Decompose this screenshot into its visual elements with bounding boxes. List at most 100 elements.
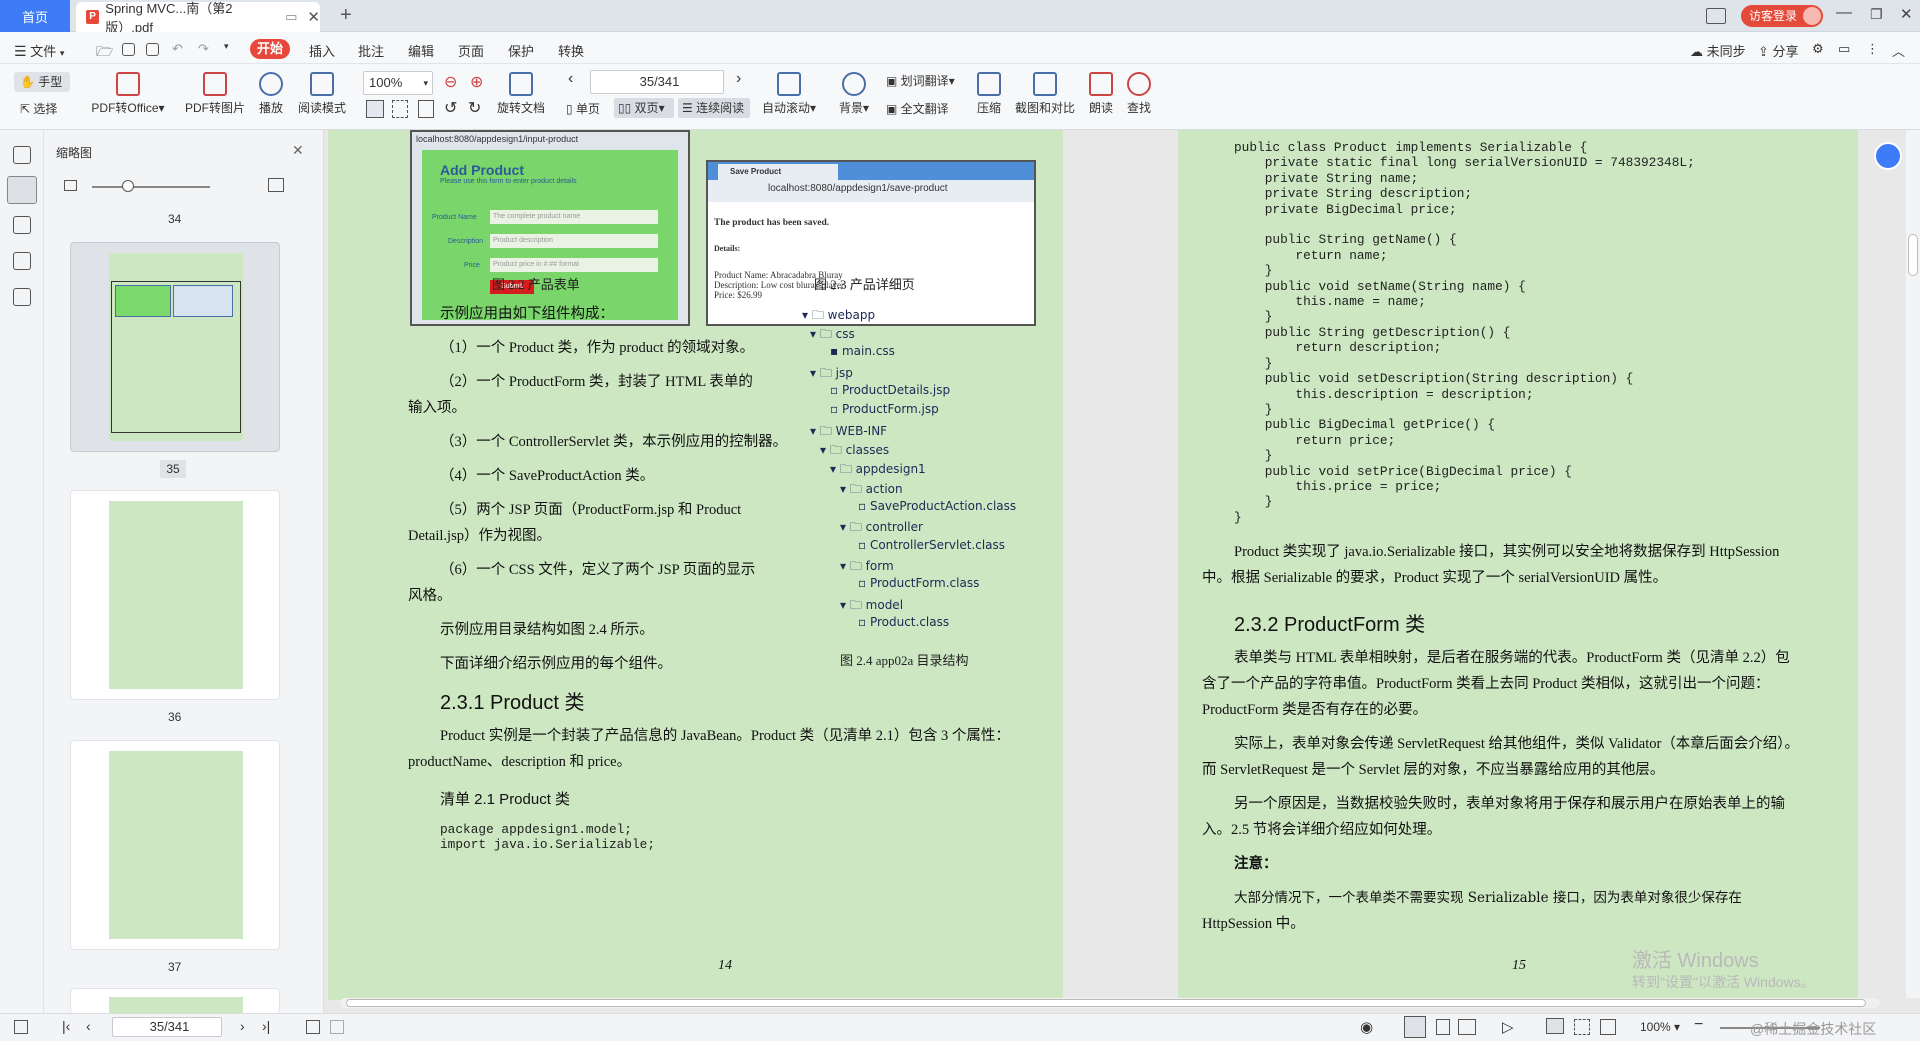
sync-status[interactable]: ☁ 未同步 [1690,41,1746,60]
rotate-right-icon[interactable]: ↻ [468,98,481,118]
eye-protect-icon[interactable]: ◉ [1360,1018,1373,1036]
continuous-read-button[interactable]: ☰ 连续阅读 [678,98,750,118]
comment-icon[interactable]: ▭ [1838,41,1850,57]
tab-home[interactable]: 首页 [0,0,70,32]
word-translate-button[interactable]: ▣ 划词翻译▾ [886,72,955,89]
pdf-to-office-button[interactable]: PDF转Office▾ [90,72,166,116]
more-dropdown-icon[interactable]: ▾ [224,41,229,52]
prev-page-icon[interactable]: ‹ [86,1018,91,1034]
thumb-page-36[interactable] [70,490,280,700]
close-panel-icon[interactable]: ✕ [292,142,304,159]
status-page-input[interactable]: 35/341 [112,1017,222,1037]
double-page-button[interactable]: ▯▯ 双页▾ [614,98,674,118]
auto-scroll-button[interactable]: 自动滚动▾ [760,72,818,116]
redo-icon[interactable]: ↷ [198,41,209,57]
fit-page-icon[interactable] [366,100,384,118]
thumb-size-slider-handle[interactable] [122,180,134,192]
rotate-left-icon[interactable]: ↺ [444,98,457,118]
next-page-icon[interactable]: › [736,70,741,88]
find-button[interactable]: 查找 [1124,72,1154,116]
share-button[interactable]: ⇪ 分享 [1758,41,1799,60]
zoom-out-icon[interactable]: ⊖ [444,72,457,92]
select-tool[interactable]: ⇱ 选择 [20,100,57,117]
new-tab-icon[interactable]: + [340,4,352,27]
page-number-input[interactable]: 35/341 [590,70,724,94]
full-translate-button[interactable]: ▣ 全文翻译 [886,100,949,117]
single-page-button[interactable]: ▯ 单页 [566,100,600,117]
file-menu[interactable]: ☰ 文件 ▾ [14,41,64,60]
print-icon[interactable] [146,41,159,57]
visitor-login-button[interactable]: 访客登录 [1741,5,1823,27]
thumb-page-37[interactable] [70,740,280,950]
compress-button[interactable]: 压缩 [972,72,1006,116]
screenshot-compare-button[interactable]: 截图和对比 [1014,72,1076,116]
actual-size-icon[interactable] [1600,1019,1616,1035]
minimize-icon[interactable]: — [1836,4,1852,22]
comment-panel-icon[interactable] [13,216,31,234]
avatar [1803,7,1821,25]
restore-icon[interactable]: ❐ [1870,6,1883,23]
menu-annotate[interactable]: 批注 [358,41,384,60]
signature-icon[interactable] [13,288,31,306]
menu-convert[interactable]: 转换 [558,41,584,60]
more-icon[interactable]: ⋮ [1866,41,1879,57]
attachment-icon[interactable] [13,252,31,270]
thumbnail-icon[interactable] [7,176,37,204]
menu-insert[interactable]: 插入 [309,41,335,60]
tree-item: ▫ Product.class [858,615,950,629]
last-page-icon[interactable]: ›| [262,1018,270,1034]
sidebar-toggle-icon[interactable] [14,1020,28,1034]
actual-size-icon[interactable] [418,100,434,118]
menu-page[interactable]: 页面 [458,41,484,60]
fit-page-icon[interactable] [1546,1018,1564,1034]
single-page-view-icon[interactable] [1404,1016,1426,1038]
pin-icon[interactable]: ▭ [285,9,297,25]
read-mode-button[interactable]: 阅读模式 [296,72,348,116]
back-icon[interactable] [306,1020,320,1034]
continuous-view-icon[interactable] [1436,1019,1450,1035]
horizontal-scrollbar[interactable] [340,998,1880,1008]
rotate-document-button[interactable]: 旋转文档 [494,72,548,116]
next-page-icon[interactable]: › [240,1018,245,1034]
zoom-in-icon[interactable]: ⊕ [470,72,483,92]
fit-width-icon[interactable] [392,100,408,118]
double-view-icon[interactable] [1458,1019,1476,1035]
zoom-out-icon[interactable]: − [1694,1016,1703,1034]
close-tab-icon[interactable]: ✕ [307,8,320,26]
tree-item: ▪ main.css [830,344,895,358]
tab-bar: 首页 P Spring MVC...南（第2版）.pdf ▭ ✕ + 访客登录 … [0,0,1920,35]
open-icon[interactable]: 🗁 [96,41,113,65]
tab-document[interactable]: P Spring MVC...南（第2版）.pdf ▭ ✕ [76,1,320,35]
zoom-select[interactable]: 100% ▾ [363,71,433,95]
play-icon[interactable]: ▷ [1502,1018,1514,1036]
background-button[interactable]: 背景▾ [834,72,874,116]
first-page-icon[interactable]: |‹ [62,1018,70,1034]
thumb-page-35[interactable] [70,242,280,452]
zoom-level[interactable]: 100% ▾ [1640,1020,1680,1034]
layout-icon[interactable] [1706,8,1726,24]
thumb-size-slider[interactable] [92,186,210,188]
pdf-to-image-button[interactable]: PDF转图片 [184,72,246,116]
prev-page-icon[interactable]: ‹ [568,70,573,88]
large-thumb-icon[interactable] [268,178,284,192]
thumb-page-38[interactable] [70,988,280,1014]
close-window-icon[interactable]: ✕ [1900,5,1913,23]
read-aloud-button[interactable]: 朗读 [1086,72,1116,116]
floating-tool-icon[interactable] [1874,142,1902,170]
fit-width-icon[interactable] [1574,1019,1590,1035]
vertical-scrollbar[interactable] [1906,130,1920,998]
vertical-scroll-thumb[interactable] [1908,234,1918,276]
menu-edit[interactable]: 编辑 [408,41,434,60]
collapse-icon[interactable]: ︿ [1892,41,1905,60]
save-icon[interactable] [122,41,135,57]
forward-icon[interactable] [330,1020,344,1034]
settings-icon[interactable]: ⚙ [1812,41,1824,57]
bookmark-icon[interactable] [13,146,31,164]
menu-protect[interactable]: 保护 [508,41,534,60]
undo-icon[interactable]: ↶ [172,41,183,57]
small-thumb-icon[interactable] [64,180,77,191]
play-button[interactable]: 播放 [256,72,286,116]
horizontal-scroll-thumb[interactable] [346,999,1866,1007]
menu-start[interactable]: 开始 [250,39,290,59]
hand-tool[interactable]: ✋ 手型 [14,72,70,92]
